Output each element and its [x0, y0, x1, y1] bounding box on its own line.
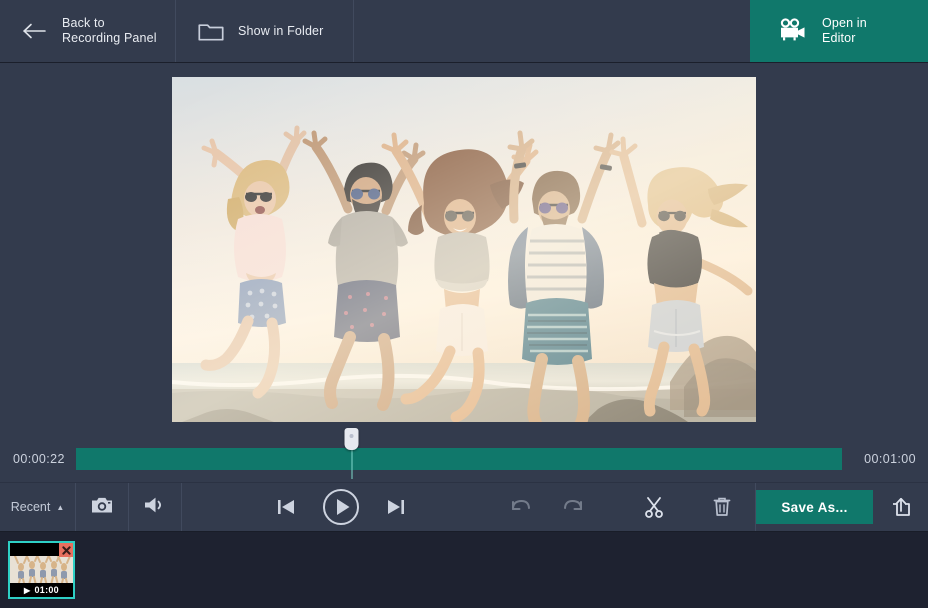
recording-preview-window: Back to Recording Panel Show in Folder O… — [0, 0, 928, 608]
timeline-playhead[interactable] — [344, 428, 359, 479]
beach-jumping-photo — [172, 77, 756, 422]
share-export-icon — [892, 497, 910, 516]
clip-duration-bar: ▶ 01:00 — [10, 583, 73, 597]
movie-camera-icon — [778, 18, 808, 44]
snapshot-button[interactable] — [76, 483, 129, 531]
camera-icon — [91, 496, 113, 519]
skip-next-button[interactable] — [386, 498, 406, 516]
undo-button[interactable] — [499, 497, 541, 517]
player-toolbar: Recent ▲ Save As... — [0, 482, 928, 532]
back-to-recording-panel-button[interactable]: Back to Recording Panel — [0, 0, 176, 62]
timeline-playhead-handle[interactable] — [344, 428, 359, 450]
skip-previous-button[interactable] — [276, 498, 296, 516]
recent-dropdown[interactable]: Recent ▲ — [0, 483, 76, 531]
current-time-label: 00:00:22 — [13, 452, 65, 466]
redo-icon — [564, 499, 582, 510]
open-in-editor-label: Open in Editor — [822, 16, 867, 45]
close-icon — [61, 545, 71, 555]
clip-play-glyph: ▶ — [24, 585, 31, 595]
trash-icon — [713, 497, 731, 516]
clip-duration-label: 01:00 — [34, 585, 59, 595]
top-toolbar: Back to Recording Panel Show in Folder O… — [0, 0, 928, 63]
playback-controls — [182, 483, 499, 531]
save-as-button[interactable]: Save As... — [756, 490, 873, 524]
video-preview[interactable] — [172, 77, 756, 422]
open-in-editor-button[interactable]: Open in Editor — [750, 0, 928, 62]
clip-close-button[interactable] — [59, 543, 73, 557]
delete-button[interactable] — [701, 496, 743, 518]
show-in-folder-button[interactable]: Show in Folder — [176, 0, 354, 62]
undo-icon — [512, 499, 530, 510]
redo-button[interactable] — [553, 497, 595, 517]
recent-label: Recent — [10, 500, 51, 514]
play-button[interactable] — [322, 488, 360, 526]
skip-next-icon — [387, 500, 404, 514]
scissors-icon — [645, 497, 663, 518]
edit-tools-group — [499, 483, 743, 531]
clip-filmstrip: ▶ 01:00 — [0, 532, 928, 608]
share-button[interactable] — [873, 483, 928, 531]
cut-button[interactable] — [633, 496, 675, 518]
speaker-icon — [143, 495, 167, 520]
preview-area — [0, 63, 928, 436]
volume-button[interactable] — [129, 483, 182, 531]
list-item[interactable]: ▶ 01:00 — [8, 541, 75, 599]
save-as-container: Save As... — [755, 483, 873, 531]
play-icon — [322, 489, 359, 525]
timeline: 00:00:22 00:01:00 — [0, 428, 928, 482]
arrow-left-icon — [22, 22, 48, 40]
show-in-folder-label: Show in Folder — [238, 23, 324, 38]
skip-previous-icon — [277, 500, 294, 514]
back-to-recording-panel-label: Back to Recording Panel — [62, 16, 157, 45]
timeline-track[interactable] — [76, 428, 842, 479]
folder-icon — [198, 21, 224, 42]
total-time-label: 00:01:00 — [864, 452, 916, 466]
chevron-up-icon: ▲ — [56, 502, 65, 512]
